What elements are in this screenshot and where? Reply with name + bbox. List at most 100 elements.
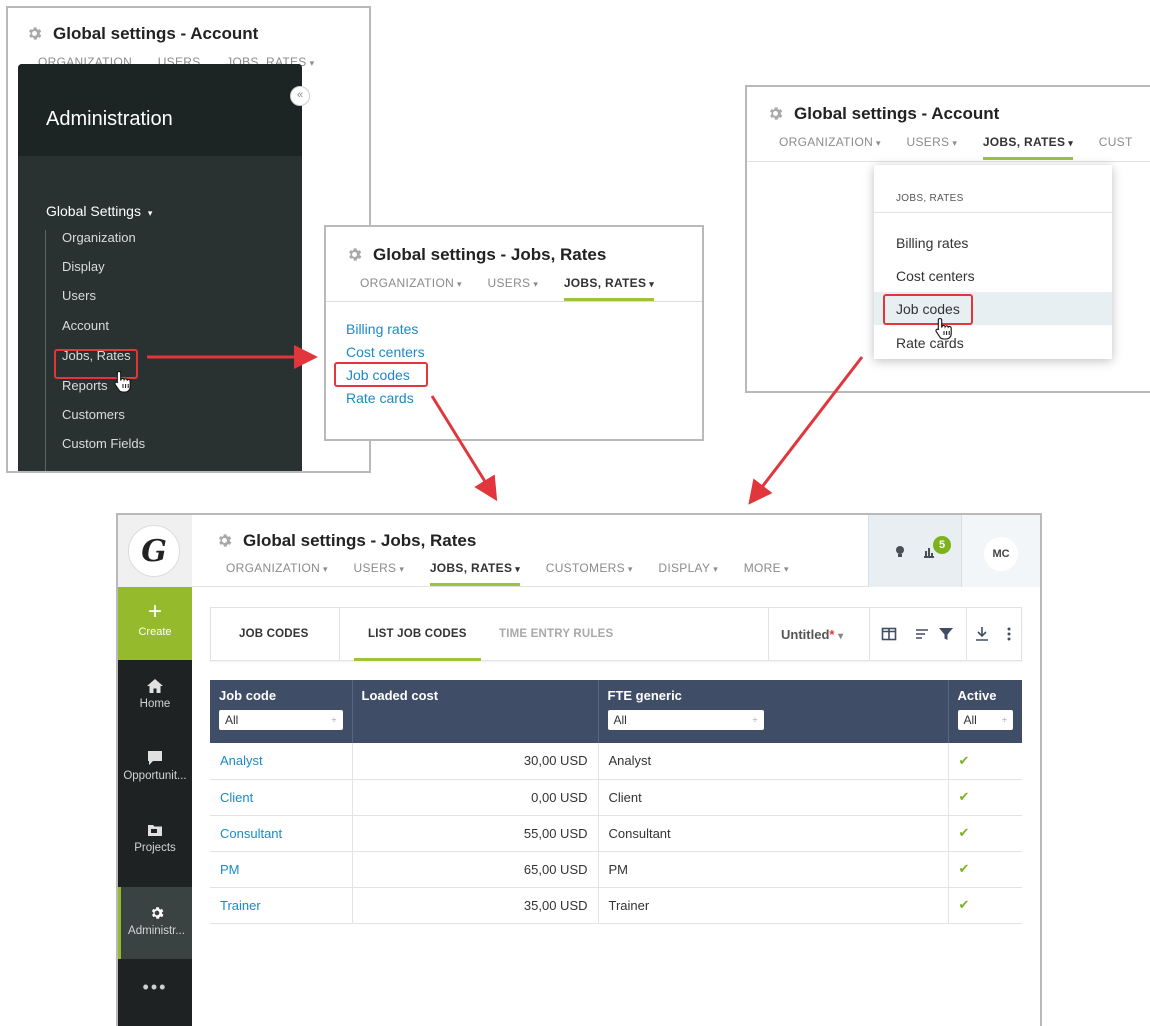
sort-icon[interactable] bbox=[914, 626, 930, 642]
table-row: Client 0,00 USD Client ✔ bbox=[210, 779, 1022, 816]
nav-projects[interactable]: Projects bbox=[118, 804, 192, 876]
nav-home[interactable]: Home bbox=[118, 660, 192, 732]
hand-cursor-icon bbox=[114, 370, 131, 393]
table-row: Consultant 55,00 USD Consultant ✔ bbox=[210, 815, 1022, 852]
check-icon: ✔ bbox=[948, 887, 1022, 924]
fte-generic-cell: Trainer bbox=[598, 887, 949, 924]
menu-item-billing-rates[interactable]: Billing rates bbox=[896, 235, 968, 251]
column-header-active: Active All ÷ bbox=[948, 680, 1022, 743]
logo-area: G bbox=[118, 515, 192, 587]
tab-job-codes[interactable]: JOB CODES bbox=[239, 608, 309, 661]
job-code-link[interactable]: Client bbox=[210, 779, 353, 816]
active-filter[interactable]: All ÷ bbox=[957, 710, 1013, 730]
tab-organization[interactable]: ORGANIZATION ▾ bbox=[360, 276, 462, 298]
sidebar-tree: Organization Display Users Account Jobs,… bbox=[45, 230, 145, 471]
fte-generic-cell: Consultant bbox=[598, 815, 949, 852]
column-header-loaded-cost: Loaded cost bbox=[352, 680, 599, 743]
download-icon[interactable] bbox=[974, 626, 990, 642]
columns-icon[interactable] bbox=[881, 626, 897, 642]
list-toolbar: JOB CODES LIST JOB CODES TIME ENTRY RULE… bbox=[210, 607, 1022, 661]
sidebar-item-reports[interactable]: Reports bbox=[62, 378, 108, 393]
tab-users[interactable]: USERS ▾ bbox=[488, 276, 539, 298]
page-title: Global settings - Account bbox=[767, 104, 999, 124]
nav-label: Projects bbox=[134, 842, 176, 854]
job-code-link[interactable]: Consultant bbox=[210, 815, 353, 852]
divider bbox=[869, 608, 870, 661]
loaded-cost-cell: 55,00 USD bbox=[352, 815, 599, 852]
plus-icon: + bbox=[147, 598, 162, 625]
divider bbox=[966, 608, 967, 661]
table-row: Analyst 30,00 USD Analyst ✔ bbox=[210, 743, 1022, 780]
tab-users[interactable]: USERS ▾ bbox=[354, 561, 405, 583]
create-label: Create bbox=[138, 626, 172, 638]
administration-sidebar: Administration Global Settings ▾ Organiz… bbox=[18, 64, 302, 471]
loaded-cost-cell: 65,00 USD bbox=[352, 851, 599, 888]
home-icon bbox=[147, 679, 163, 693]
cost-centers-link[interactable]: Cost centers bbox=[346, 344, 425, 360]
column-header-fte-generic: FTE generic All ÷ bbox=[598, 680, 949, 743]
chat-icon bbox=[148, 751, 162, 765]
sidebar-item-account[interactable]: Account bbox=[62, 318, 109, 333]
tab-list-job-codes[interactable]: LIST JOB CODES bbox=[354, 608, 481, 661]
nav-label: Administr... bbox=[128, 925, 185, 937]
sidebar-item-custom-fields[interactable]: Custom Fields bbox=[62, 436, 145, 451]
tab-jobs-rates[interactable]: JOBS, RATES ▾ bbox=[563, 276, 655, 301]
divider bbox=[874, 212, 1112, 213]
loaded-cost-cell: 35,00 USD bbox=[352, 887, 599, 924]
tab-time-entry-rules[interactable]: TIME ENTRY RULES bbox=[499, 608, 613, 661]
tab-jobs-rates[interactable]: JOBS, RATES ▾ bbox=[429, 561, 521, 586]
left-nav: G + Create Home Opportunit... Projects A… bbox=[118, 515, 192, 1026]
check-icon: ✔ bbox=[948, 779, 1022, 816]
rate-cards-link[interactable]: Rate cards bbox=[346, 390, 414, 406]
tab-organization[interactable]: ORGANIZATION ▾ bbox=[226, 561, 328, 583]
nav-opportunities[interactable]: Opportunit... bbox=[118, 732, 192, 804]
job-code-filter[interactable]: All ÷ bbox=[219, 710, 343, 730]
table-row: Trainer 35,00 USD Trainer ✔ bbox=[210, 887, 1022, 924]
loaded-cost-cell: 0,00 USD bbox=[352, 779, 599, 816]
tab-customers[interactable]: CUSTOMERS ▾ bbox=[546, 561, 633, 583]
job-code-link[interactable]: Trainer bbox=[210, 887, 353, 924]
collapse-sidebar-button[interactable]: « bbox=[290, 86, 310, 106]
sidebar-heading: Administration bbox=[18, 64, 302, 156]
gear-icon bbox=[26, 25, 43, 42]
job-code-link[interactable]: Analyst bbox=[210, 743, 353, 780]
tab-users[interactable]: USERS ▾ bbox=[907, 135, 958, 157]
sidebar-item-customers[interactable]: Customers bbox=[62, 407, 125, 422]
menu-item-cost-centers[interactable]: Cost centers bbox=[896, 268, 975, 284]
user-menu[interactable]: MC bbox=[961, 515, 1040, 587]
folder-icon bbox=[148, 825, 162, 836]
tab-display[interactable]: DISPLAY ▾ bbox=[658, 561, 718, 583]
nav-administration[interactable]: Administr... bbox=[118, 887, 192, 959]
filter-icon[interactable] bbox=[938, 626, 954, 642]
tab-jobs-rates[interactable]: JOBS, RATES ▾ bbox=[982, 135, 1074, 160]
lightbulb-icon[interactable] bbox=[895, 545, 905, 559]
sidebar-section-global-settings[interactable]: Global Settings ▾ bbox=[46, 203, 152, 219]
view-selector[interactable]: Untitled* ▾ bbox=[781, 608, 843, 663]
app-logo[interactable]: G bbox=[128, 525, 180, 577]
job-codes-list-screenshot: G + Create Home Opportunit... Projects A… bbox=[116, 513, 1042, 1026]
tab-organization[interactable]: ORGANIZATION ▾ bbox=[779, 135, 881, 157]
check-icon: ✔ bbox=[948, 815, 1022, 852]
tab-more[interactable]: MORE ▾ bbox=[744, 561, 789, 583]
top-bar: Global settings - Jobs, Rates ORGANIZATI… bbox=[192, 515, 1040, 587]
job-codes-table: Job code All ÷ Loaded cost FTE generic Al… bbox=[210, 680, 1022, 924]
tab-customers[interactable]: CUST bbox=[1099, 135, 1133, 157]
create-button[interactable]: + Create bbox=[118, 587, 192, 660]
divider bbox=[326, 301, 702, 302]
job-code-link[interactable]: PM bbox=[210, 851, 353, 888]
gear-icon bbox=[151, 907, 163, 919]
nav-label: Home bbox=[139, 698, 171, 710]
dropdown-heading: JOBS, RATES bbox=[896, 193, 964, 204]
admin-menu-screenshot: Global settings - Account ORGANIZATION U… bbox=[6, 6, 371, 473]
nav-label: Opportunit... bbox=[123, 770, 187, 782]
sidebar-item-display[interactable]: Display bbox=[62, 259, 105, 274]
more-vertical-icon[interactable] bbox=[1001, 626, 1017, 642]
more-icon[interactable]: ••• bbox=[118, 977, 192, 998]
avatar[interactable]: MC bbox=[984, 537, 1018, 571]
fte-generic-filter[interactable]: All ÷ bbox=[607, 710, 764, 730]
sidebar-item-organization[interactable]: Organization bbox=[62, 230, 136, 245]
sidebar-item-users[interactable]: Users bbox=[62, 288, 96, 303]
billing-rates-link[interactable]: Billing rates bbox=[346, 321, 418, 337]
divider bbox=[339, 608, 340, 661]
divider bbox=[747, 161, 1150, 162]
